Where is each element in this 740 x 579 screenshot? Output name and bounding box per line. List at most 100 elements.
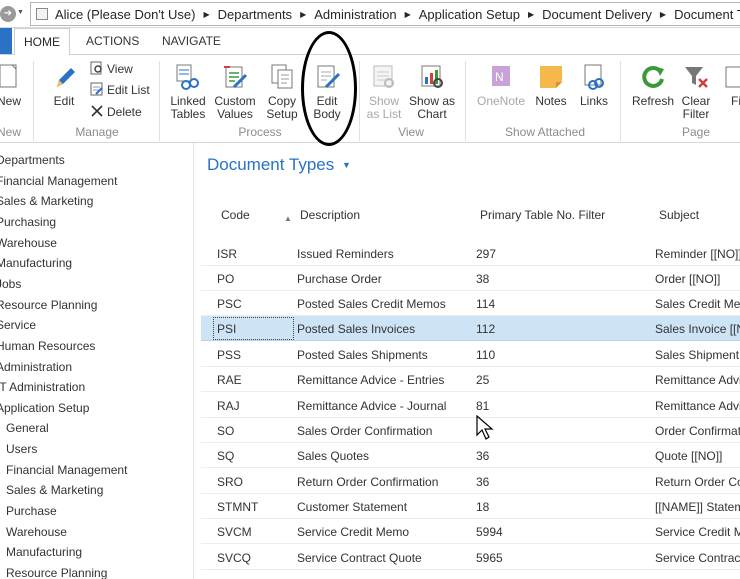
tab-home[interactable]: HOME: [14, 28, 70, 55]
chevron-right-icon[interactable]: ▶: [300, 10, 306, 19]
breadcrumb-item[interactable]: Departments: [218, 7, 292, 22]
back-arrow-icon[interactable]: ➜: [0, 6, 16, 22]
nav-subitem-sales-marketing[interactable]: Sales & Marketing: [6, 483, 103, 497]
table-row[interactable]: RAE Remittance Advice - Entries 25 Remit…: [201, 367, 740, 392]
refresh-button[interactable]: Refresh: [630, 63, 676, 108]
linked-tables-button[interactable]: Linked Tables: [166, 63, 210, 121]
tab-actions[interactable]: ACTIONS: [86, 34, 139, 48]
nav-subitem-warehouse[interactable]: Warehouse: [6, 525, 67, 539]
breadcrumb-item[interactable]: Administration: [314, 7, 396, 22]
application-menu-button[interactable]: [0, 28, 12, 54]
cell-filter: 110: [476, 348, 496, 362]
cell-description: Purchase Order: [297, 272, 382, 286]
nav-item-financial-management[interactable]: Financial Management: [0, 174, 117, 188]
onenote-button[interactable]: N OneNote: [474, 63, 528, 108]
nav-item-service[interactable]: Service: [0, 318, 36, 332]
chevron-down-icon[interactable]: ▼: [342, 160, 351, 170]
breadcrumb[interactable]: Alice (Please Don't Use) ▶ Departments ▶ Adm…: [30, 2, 740, 26]
table-row[interactable]: PSC Posted Sales Credit Memos 114 Sales …: [201, 291, 740, 316]
mouse-pointer-icon: [476, 415, 494, 440]
show-as-list-label-2: as List: [366, 107, 402, 121]
cell-description: Posted Sales Shipments: [297, 348, 428, 362]
new-document-icon: [0, 64, 17, 88]
find-button[interactable]: Fi: [724, 63, 740, 108]
find-icon: [725, 66, 740, 88]
nav-item-administration[interactable]: Administration: [0, 360, 72, 374]
cell-code: SO: [217, 424, 235, 438]
linked-tables-icon: [176, 64, 199, 90]
table-row[interactable]: SRO Return Order Confirmation 36 Return …: [201, 469, 740, 494]
table-row[interactable]: PO Purchase Order 38 Order [[NO]]: [201, 266, 740, 291]
column-header-description[interactable]: Description: [300, 208, 360, 222]
copy-pages-icon: [271, 64, 293, 89]
column-header-subject[interactable]: Subject: [659, 208, 699, 222]
cell-filter: 18: [476, 500, 490, 514]
chevron-right-icon[interactable]: ▶: [528, 10, 534, 19]
nav-item-resource-planning[interactable]: Resource Planning: [0, 298, 97, 312]
breadcrumb-item[interactable]: Application Setup: [419, 7, 520, 22]
nav-subitem-resource-planning[interactable]: Resource Planning: [6, 566, 107, 579]
column-header-code[interactable]: Code: [221, 208, 250, 222]
show-as-chart-button[interactable]: Show as Chart: [406, 63, 458, 121]
chevron-right-icon[interactable]: ▶: [660, 10, 666, 19]
chevron-right-icon[interactable]: ▶: [203, 10, 209, 19]
table-row[interactable]: ISR Issued Reminders 297 Reminder [[NO]]: [201, 241, 740, 266]
table-row[interactable]: STMNT Customer Statement 18 [[NAME]] Sta…: [201, 494, 740, 519]
new-label: New: [0, 94, 21, 108]
table-row[interactable]: SVCM Service Credit Memo 5994 Service Cr…: [201, 519, 740, 544]
cell-filter: 81: [476, 399, 490, 413]
cell-code: RAJ: [217, 399, 240, 413]
cell-description: Customer Statement: [297, 500, 408, 514]
copy-setup-button[interactable]: Copy Setup: [262, 63, 302, 121]
cell-code: SQ: [217, 449, 235, 463]
nav-item-human-resources[interactable]: Human Resources: [0, 339, 95, 353]
nav-item-departments[interactable]: Departments: [0, 153, 65, 167]
show-as-list-button[interactable]: Show as List: [364, 63, 404, 121]
nav-item-warehouse[interactable]: Warehouse: [0, 236, 57, 250]
nav-subitem-users[interactable]: Users: [6, 442, 37, 456]
history-dropdown-icon[interactable]: ▼: [17, 9, 24, 16]
view-label: View: [107, 62, 133, 76]
cell-code: PSS: [217, 348, 242, 362]
nav-subitem-manufacturing[interactable]: Manufacturing: [6, 545, 82, 559]
cell-description: Remittance Advice - Entries: [297, 373, 445, 387]
breadcrumb-user[interactable]: Alice (Please Don't Use): [55, 7, 195, 22]
nav-item-application-setup[interactable]: Application Setup: [0, 401, 89, 415]
clear-filter-button[interactable]: Clear Filter: [678, 63, 714, 121]
notes-button[interactable]: Notes: [532, 63, 570, 108]
table-row[interactable]: RAJ Remittance Advice - Journal 81 Remit…: [201, 393, 740, 418]
table-row[interactable]: SO Sales Order Confirmation Order Confir…: [201, 418, 740, 443]
view-button[interactable]: View: [90, 61, 133, 76]
column-header-primary-table-filter[interactable]: Primary Table No. Filter: [480, 208, 605, 222]
list-icon: [373, 65, 394, 88]
links-label: Links: [579, 94, 608, 108]
custom-values-icon: [224, 66, 248, 89]
tab-navigate[interactable]: NAVIGATE: [162, 34, 221, 48]
nav-item-it-administration[interactable]: IT Administration: [0, 380, 85, 394]
new-button[interactable]: New: [0, 63, 26, 108]
breadcrumb-item[interactable]: Document Types: [674, 7, 740, 22]
cell-subject: Sales Invoice [[N: [655, 322, 740, 336]
nav-subitem-general[interactable]: General: [6, 421, 49, 435]
custom-values-button[interactable]: Custom Values: [212, 63, 258, 121]
group-view-label: View: [398, 125, 424, 139]
edit-list-button[interactable]: Edit List: [90, 82, 150, 97]
nav-subitem-purchase[interactable]: Purchase: [6, 504, 57, 518]
nav-item-manufacturing[interactable]: Manufacturing: [0, 256, 72, 270]
cell-subject: Service Credit M: [655, 525, 740, 539]
edit-button[interactable]: Edit: [46, 63, 82, 108]
delete-button[interactable]: Delete: [90, 104, 142, 119]
table-row-selected[interactable]: PSI Posted Sales Invoices 112 Sales Invo…: [201, 316, 740, 341]
group-divider: [620, 61, 621, 141]
nav-item-purchasing[interactable]: Purchasing: [0, 215, 56, 229]
links-button[interactable]: Links: [576, 63, 612, 108]
breadcrumb-item[interactable]: Document Delivery: [542, 7, 652, 22]
table-row[interactable]: SVCQ Service Contract Quote 5965 Service…: [201, 545, 740, 570]
nav-item-sales-marketing[interactable]: Sales & Marketing: [0, 194, 93, 208]
table-row[interactable]: PSS Posted Sales Shipments 110 Sales Shi…: [201, 342, 740, 367]
custom-values-label-1: Custom: [214, 94, 256, 108]
nav-subitem-financial-management[interactable]: Financial Management: [6, 463, 127, 477]
table-row[interactable]: SQ Sales Quotes 36 Quote [[NO]]: [201, 443, 740, 468]
chevron-right-icon[interactable]: ▶: [405, 10, 411, 19]
nav-item-jobs[interactable]: Jobs: [0, 277, 21, 291]
